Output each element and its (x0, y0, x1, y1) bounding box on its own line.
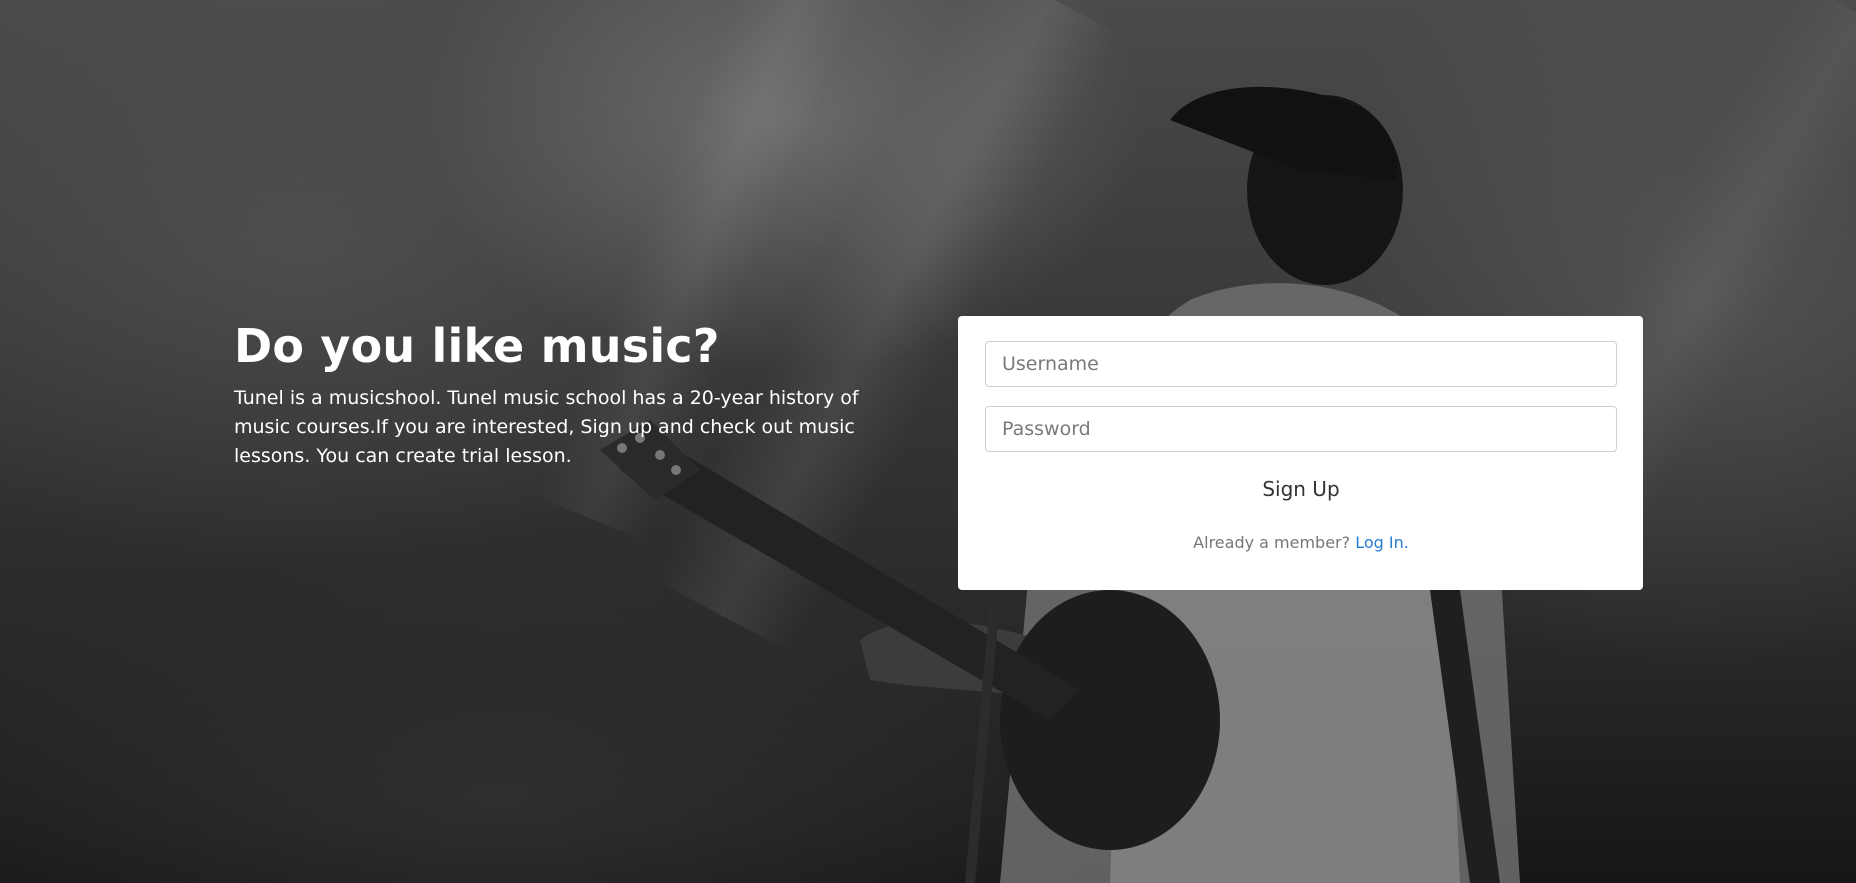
password-input[interactable] (985, 406, 1617, 452)
hero-description: Tunel is a musicshool. Tunel music schoo… (234, 387, 859, 467)
hero-title: Do you like music? (234, 319, 720, 373)
sign-up-button[interactable]: Sign Up (1250, 471, 1351, 507)
signup-card: Sign Up Already a member? Log In. (958, 316, 1643, 590)
username-input[interactable] (985, 341, 1617, 387)
page: Do you like music? Tunel is a musicshool… (0, 0, 1856, 883)
member-text: Already a member? (1193, 533, 1351, 552)
login-prompt: Already a member? Log In. (985, 533, 1617, 552)
login-link[interactable]: Log In. (1355, 533, 1409, 552)
hero-section: Do you like music? Tunel is a musicshool… (234, 318, 914, 471)
